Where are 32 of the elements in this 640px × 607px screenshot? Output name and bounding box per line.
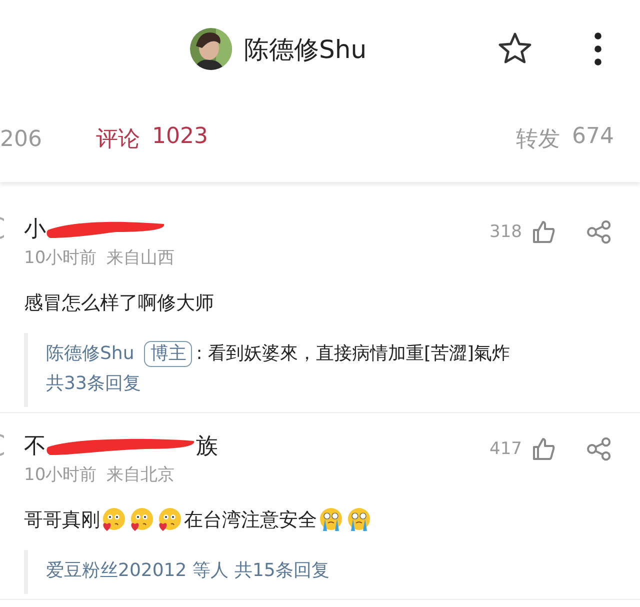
like-count: 318	[490, 222, 522, 242]
user-name[interactable]: 不	[24, 431, 46, 461]
tab[interactable]: 转发 674	[516, 124, 614, 154]
reply-authors[interactable]: 爱豆粉丝202012 等人	[46, 556, 228, 586]
comment-source: 来自北京	[106, 464, 175, 486]
thumbs-up-icon[interactable]	[532, 437, 556, 461]
blowing-kiss-emoji	[157, 507, 183, 533]
reply-author[interactable]: 陈德修Shu	[46, 339, 134, 369]
replies-link[interactable]: 共33条回复	[46, 369, 640, 399]
blowing-kiss-emoji	[129, 507, 155, 533]
avatar[interactable]	[190, 28, 232, 70]
comment-text: 哥哥真刚 在台湾注意安全	[24, 506, 640, 534]
star-icon[interactable]	[498, 32, 532, 64]
crying-emoji	[318, 507, 344, 533]
reply-text: : 看到妖婆來，直接病情加重[苦澀]氣炸	[196, 342, 510, 366]
user-name: 陈德修Shu	[244, 34, 367, 66]
user-name[interactable]: 族	[196, 431, 218, 461]
tab[interactable]: 评论 1023	[96, 124, 208, 154]
crying-emoji	[346, 507, 372, 533]
share-icon[interactable]	[586, 220, 612, 244]
thumbs-up-icon[interactable]	[532, 220, 556, 244]
user-name[interactable]: 小	[24, 214, 46, 244]
blowing-kiss-emoji	[101, 507, 127, 533]
share-icon[interactable]	[586, 437, 612, 461]
like-count: 417	[490, 439, 522, 459]
comment-time: 10小时前	[24, 464, 97, 486]
comment-source: 来自山西	[106, 247, 175, 269]
replies-link[interactable]: 共15条回复	[234, 556, 330, 586]
author-badge: 博主	[144, 341, 192, 367]
comment-time: 10小时前	[24, 247, 97, 269]
tab[interactable]: 206	[0, 126, 42, 152]
comment-text: 感冒怎么样了啊修大师	[24, 291, 215, 316]
